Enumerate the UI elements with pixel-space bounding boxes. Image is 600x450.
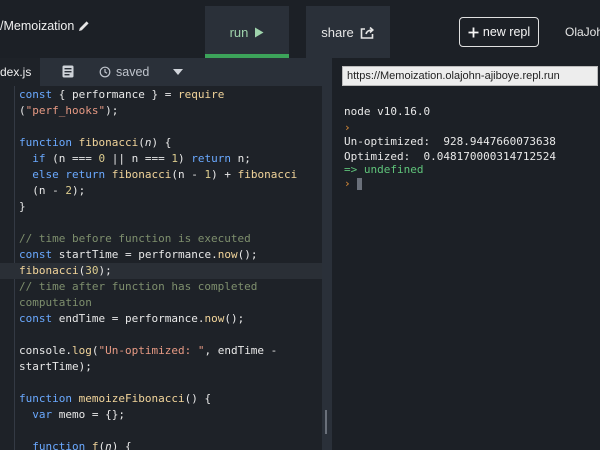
code-line: const startTime = performance.now(); [19, 248, 258, 261]
saved-status: saved [116, 65, 150, 79]
code-line: console.log("Un-optimized: ", endTime - [19, 344, 278, 357]
code-line: } [19, 200, 26, 213]
file-tab-label: dex.js [0, 65, 32, 79]
pane-divider[interactable] [322, 58, 332, 450]
code-editor[interactable]: const { performance } = require ("perf_h… [0, 86, 322, 450]
code-line: var memo = {}; [32, 408, 125, 421]
code-line: function memoizeFibonacci() { [19, 392, 212, 405]
document-icon[interactable] [62, 65, 74, 78]
code-line: else return fibonacci(n - 1) + fibonacci [32, 168, 298, 181]
console-output-unoptimized: Un-optimized: 928.9447660073638 [344, 134, 556, 150]
user-menu[interactable]: OlaJoh [565, 25, 600, 39]
new-repl-button[interactable]: new repl [459, 17, 539, 47]
unoptimized-value: 928.9447660073638 [443, 135, 556, 148]
console-version: node v10.16.0 [344, 105, 431, 118]
editor-toolbar: dex.js saved [0, 58, 322, 86]
unoptimized-label: Un-optimized: [344, 135, 431, 148]
code-line: (n - 2); [19, 184, 86, 197]
share-icon [360, 26, 374, 39]
code-line: if (n === 0 || n === 1) return n; [32, 152, 251, 165]
share-button[interactable]: share [306, 6, 390, 58]
share-label: share [321, 24, 354, 40]
repl-name: /Memoization [0, 19, 75, 33]
optimized-value: 0.048170000314712524 [423, 150, 556, 163]
pencil-icon[interactable] [78, 20, 90, 32]
code-line: // time after function has completed [19, 280, 258, 293]
code-line: ("perf_hooks"); [19, 104, 119, 117]
code-line: startTime); [19, 360, 92, 373]
code-line: // time before function is executed [19, 232, 251, 245]
repl-title[interactable]: /Memoization [0, 19, 90, 33]
resize-handle[interactable] [325, 410, 327, 434]
code-line: function f(n) { [32, 440, 132, 450]
code-line: function fibonacci(n) { [19, 136, 172, 149]
code-line: fibonacci(30); [19, 264, 112, 277]
plus-icon [468, 27, 479, 37]
run-label: run [229, 24, 249, 40]
play-icon [255, 27, 264, 37]
console-input-line[interactable]: › [344, 176, 362, 192]
chevron-down-icon[interactable] [173, 69, 183, 75]
history-icon [99, 66, 111, 78]
code-line: const endTime = performance.now(); [19, 312, 245, 325]
url-bar[interactable]: https://Memoization.olajohn-ajiboye.repl… [342, 66, 598, 86]
console-prompt-current: › [344, 177, 351, 190]
text-cursor [356, 178, 362, 190]
new-repl-label: new repl [482, 25, 531, 39]
file-tab[interactable]: dex.js [0, 58, 40, 86]
code-line: computation [19, 296, 92, 309]
code-line: const { performance } = require [19, 88, 225, 101]
run-button[interactable]: run [205, 6, 289, 58]
